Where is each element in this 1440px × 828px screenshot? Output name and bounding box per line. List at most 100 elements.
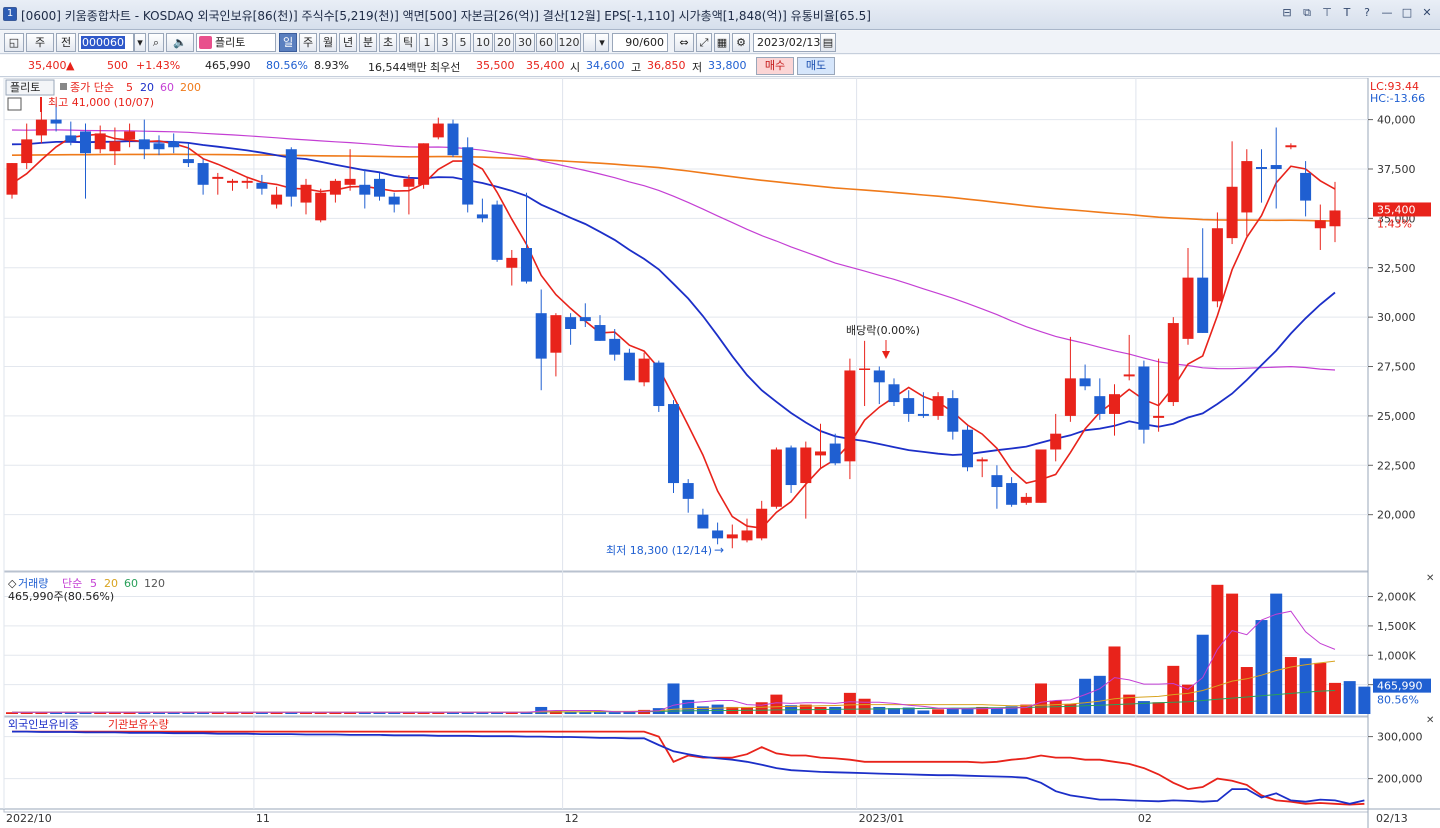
- candle: [1270, 127, 1282, 209]
- tab-week[interactable]: 주: [299, 33, 317, 52]
- grid-icon[interactable]: ▦: [714, 33, 730, 52]
- interval-5[interactable]: 5: [455, 33, 471, 52]
- candle: [903, 390, 915, 422]
- interval-1[interactable]: 1: [419, 33, 435, 52]
- candle-body: [1035, 449, 1047, 503]
- candle: [124, 123, 136, 148]
- candle-body: [947, 398, 959, 432]
- candle: [6, 163, 18, 199]
- volume-bar: [711, 704, 724, 714]
- interval-3[interactable]: 3: [437, 33, 453, 52]
- candle: [1182, 248, 1194, 345]
- candle-body: [1153, 415, 1165, 418]
- interval-30[interactable]: 30: [515, 33, 535, 52]
- open-label: 시: [570, 61, 581, 74]
- candle-body: [1300, 172, 1312, 201]
- chart-type-icon[interactable]: ◱: [4, 33, 24, 52]
- ma-legend-200: 200: [180, 81, 201, 94]
- font-icon[interactable]: T: [1340, 6, 1354, 20]
- candle: [565, 313, 577, 345]
- candle: [932, 392, 944, 420]
- candle-body: [506, 257, 518, 268]
- buy-button[interactable]: 매수: [756, 57, 794, 75]
- price-tick-label: 22,500: [1377, 459, 1416, 472]
- restore-layout-icon[interactable]: ⧉: [1300, 6, 1314, 20]
- count-input[interactable]: 90/600: [612, 33, 668, 52]
- settings-icon[interactable]: ⚙: [732, 33, 750, 52]
- candle-body: [80, 131, 91, 154]
- sound-icon[interactable]: 🔈: [166, 33, 194, 52]
- candle-body: [1211, 228, 1223, 302]
- app-window: 1 [0600] 키움종합차트 - KOSDAQ 외국인보유[86(천)] 주식…: [0, 0, 1440, 828]
- candle-body: [697, 514, 709, 529]
- date-input[interactable]: 2023/02/13: [753, 33, 821, 52]
- candle-body: [344, 178, 356, 185]
- interval-60[interactable]: 60: [536, 33, 556, 52]
- low-annotation: 최저 18,300 (12/14): [606, 544, 712, 557]
- help-icon[interactable]: ?: [1360, 6, 1374, 20]
- tab-tick[interactable]: 틱: [399, 33, 417, 52]
- pane-close-icon: ✕: [1426, 715, 1434, 726]
- trade-amount: 16,544백만: [368, 61, 427, 74]
- calendar-icon[interactable]: ▤: [820, 33, 836, 52]
- candle: [80, 123, 91, 199]
- candle: [300, 178, 312, 215]
- tab-second[interactable]: 초: [379, 33, 397, 52]
- sell-button[interactable]: 매도: [797, 57, 835, 75]
- tab-day[interactable]: 일: [279, 33, 297, 52]
- candle-body: [94, 133, 106, 150]
- minimize-button[interactable]: —: [1380, 6, 1394, 20]
- candle-body: [1079, 378, 1091, 387]
- candle: [1006, 477, 1018, 507]
- search-icon[interactable]: ⌕: [148, 33, 164, 52]
- price-pane[interactable]: [6, 99, 1341, 549]
- candle: [682, 479, 694, 513]
- chart-area[interactable]: 2022/10 11 12 2023/01 02 02/13 40,000 37,500 35,…: [0, 77, 1440, 828]
- high-price: 36,850: [647, 59, 686, 72]
- period-select[interactable]: 주: [26, 33, 54, 52]
- ma-legend-5: 5: [126, 81, 133, 94]
- stock-code-input[interactable]: 000060: [78, 33, 134, 52]
- price-tick-label: 25,000: [1377, 410, 1416, 423]
- volume-bar: [1196, 634, 1209, 714]
- candle-body: [1006, 483, 1018, 505]
- interval-10[interactable]: 10: [473, 33, 493, 52]
- candle: [432, 117, 444, 140]
- volume-bar: [1255, 620, 1268, 714]
- draw-tool-icon[interactable]: ⤢: [696, 33, 712, 52]
- close-button[interactable]: ✕: [1420, 6, 1434, 20]
- candle: [1020, 492, 1032, 505]
- candle: [976, 457, 988, 478]
- candle: [800, 441, 812, 519]
- stock-name-field[interactable]: 플리토: [196, 33, 276, 52]
- tab-minute[interactable]: 분: [359, 33, 377, 52]
- volume-bar: [1064, 704, 1077, 714]
- tab-month[interactable]: 월: [319, 33, 337, 52]
- candle-body: [1020, 496, 1032, 503]
- candle-body: [6, 163, 18, 195]
- price-change: 500: [107, 59, 128, 72]
- volume-ratio: 80.56%: [266, 59, 308, 72]
- volume-pane[interactable]: [6, 584, 1371, 714]
- chart-svg[interactable]: 2022/10 11 12 2023/01 02 02/13 40,000 37,500 35,…: [0, 77, 1440, 828]
- candle: [403, 174, 415, 215]
- code-dropdown-icon[interactable]: ▾: [134, 33, 146, 52]
- candle-body: [212, 176, 224, 179]
- layout-icon[interactable]: ⊟: [1280, 6, 1294, 20]
- investor-pane[interactable]: [12, 730, 1365, 806]
- candle: [668, 400, 679, 493]
- interval-dropdown-icon[interactable]: ▾: [595, 33, 609, 52]
- maximize-button[interactable]: □: [1400, 6, 1414, 20]
- candle: [829, 433, 841, 466]
- candle: [962, 425, 973, 472]
- pin-icon[interactable]: ⊤: [1320, 6, 1334, 20]
- interval-20[interactable]: 20: [494, 33, 514, 52]
- candle-body: [285, 149, 297, 197]
- jeon-button[interactable]: 전: [56, 33, 76, 52]
- tab-year[interactable]: 년: [339, 33, 357, 52]
- window-number[interactable]: 1: [3, 7, 17, 21]
- zoom-in-icon[interactable]: ⇔: [674, 33, 694, 52]
- interval-120[interactable]: 120: [557, 33, 581, 52]
- candle-body: [653, 362, 665, 407]
- chart-toolbar: ◱ 주 전 000060 ▾ ⌕ 🔈 플리토 일 주 월 년 분 초 틱 1 3…: [0, 31, 1440, 54]
